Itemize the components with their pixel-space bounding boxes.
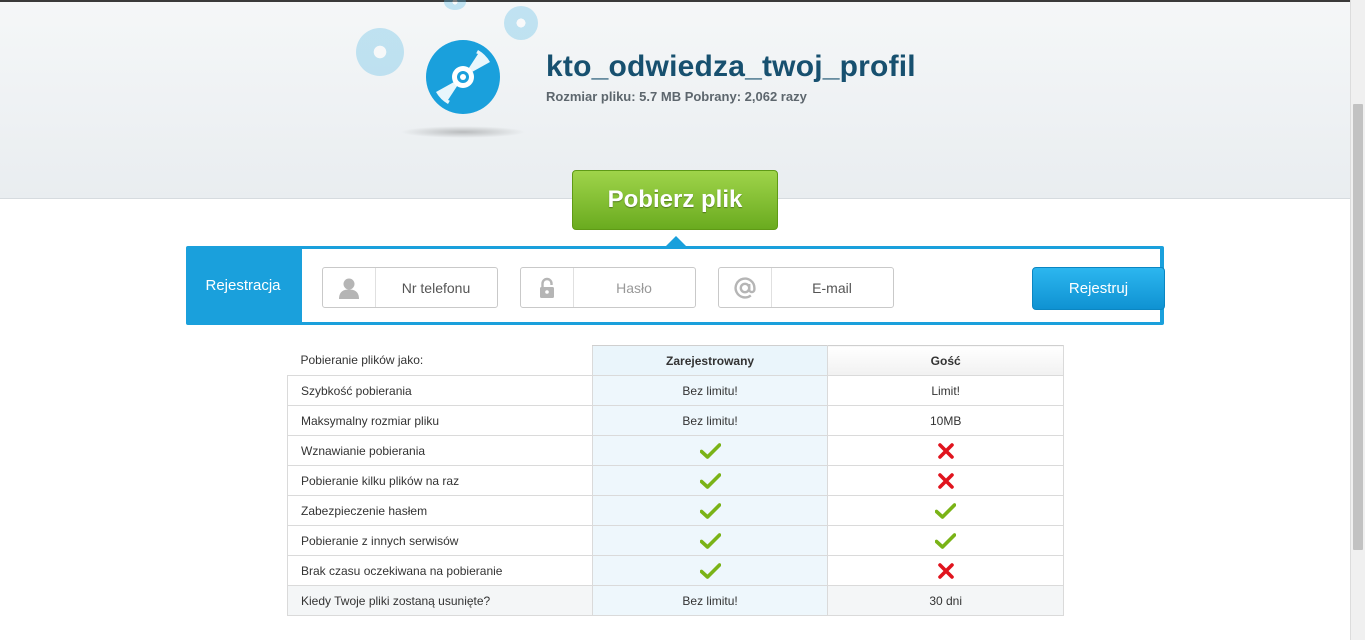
guest-value: 10MB [827,405,1064,436]
check-icon [591,465,829,496]
file-meta: Rozmiar pliku: 5.7 MB Pobrany: 2,062 raz… [546,89,807,104]
guest-value: Limit! [827,375,1064,406]
at-sign-icon [719,268,772,307]
scrollbar-thumb[interactable] [1353,104,1363,550]
header-feature: Pobieranie plików jako: [287,345,593,376]
comparison-row: Zabezpieczenie hasłem [287,495,1064,526]
password-field [520,267,696,308]
password-input[interactable] [574,268,694,307]
comparison-row: Brak czasu oczekiwana na pobieranie [287,555,1064,586]
feature-label: Kiedy Twoje pliki zostaną usunięte? [287,585,593,616]
registration-bar: Rejestracja Nr telefonu E-mail Rejestruj [186,246,1165,325]
user-silhouette-icon [323,268,376,307]
decorative-disc-icon [504,6,538,40]
decorative-disc-icon [356,28,404,76]
feature-label: Wznawianie pobierania [287,435,593,466]
check-icon [591,495,829,526]
download-pointer-arrow [666,236,686,246]
download-button[interactable]: Pobierz plik [572,170,778,230]
registration-label: Rejestracja [205,277,281,294]
file-title: kto_odwiedza_twoj_profil [546,50,916,83]
check-icon [591,555,829,586]
disc-shadow [400,126,526,138]
registration-form: Rejestruj [302,249,1165,322]
registered-value: Bez limitu! [591,585,829,616]
comparison-table: Pobieranie plików jako: Zarejestrowany G… [287,345,1064,616]
padlock-icon [521,268,574,307]
check-icon [827,525,1064,556]
registered-value: Bez limitu! [591,405,829,436]
email-field [718,267,894,308]
header-guest: Gość [827,345,1064,376]
decorative-disc-icon [444,0,466,10]
page-scrollbar[interactable] [1350,0,1365,640]
top-border [0,0,1350,2]
check-icon [591,435,829,466]
cross-icon [827,435,1064,466]
feature-label: Maksymalny rozmiar pliku [287,405,593,436]
comparison-row: Maksymalny rozmiar pliku Bez limitu! 10MB [287,405,1064,436]
comparison-row: Pobieranie kilku plików na raz [287,465,1064,496]
comparison-row: Kiedy Twoje pliki zostaną usunięte? Bez l… [287,585,1064,616]
email-input[interactable] [772,268,892,307]
feature-label: Szybkość pobierania [287,375,593,406]
cross-icon [827,555,1064,586]
guest-value: 30 dni [827,585,1064,616]
comparison-row: Wznawianie pobierania [287,435,1064,466]
registered-value: Bez limitu! [591,375,829,406]
comparison-row: Pobieranie z innych serwisów [287,525,1064,556]
header-registered: Zarejestrowany [591,345,829,376]
register-button[interactable]: Rejestruj [1032,267,1165,310]
feature-label: Pobieranie kilku plików na raz [287,465,593,496]
check-icon [591,525,829,556]
feature-label: Zabezpieczenie hasłem [287,495,593,526]
comparison-header-row: Pobieranie plików jako: Zarejestrowany G… [287,345,1064,376]
comparison-row: Szybkość pobierania Bez limitu! Limit! [287,375,1064,406]
cross-icon [827,465,1064,496]
phone-input[interactable] [376,268,496,307]
check-icon [827,495,1064,526]
phone-field [322,267,498,308]
disc-icon [426,40,500,114]
feature-label: Pobieranie z innych serwisów [287,525,593,556]
feature-label: Brak czasu oczekiwana na pobieranie [287,555,593,586]
